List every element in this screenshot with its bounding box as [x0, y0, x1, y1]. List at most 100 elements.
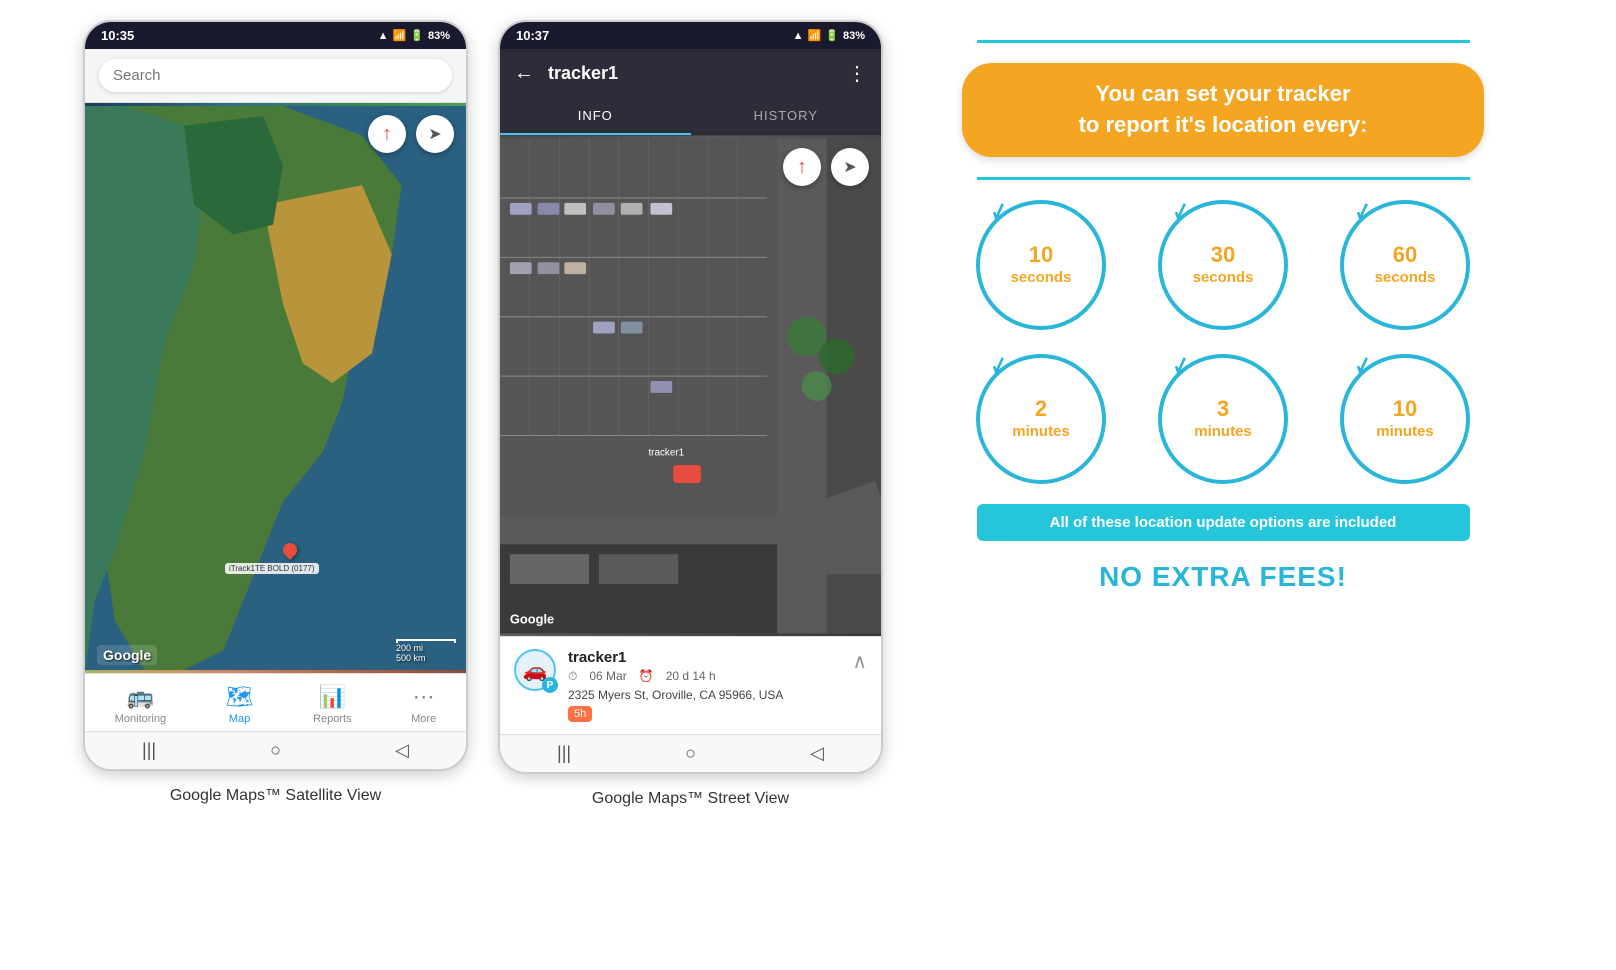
aerial-map: tracker1 Google ↑ ➤	[500, 136, 881, 636]
unit-30sec: seconds	[1193, 269, 1254, 287]
time-2: 10:37	[516, 28, 549, 43]
wifi-icon-2: 📶	[808, 29, 822, 42]
signal-icon-2: ▲	[793, 30, 804, 42]
navigation-button-2[interactable]: ➤	[831, 148, 869, 186]
parking-badge: P	[542, 677, 558, 693]
map-icon: 🗺	[226, 684, 254, 710]
scale-bar-1: 200 mi 500 km	[396, 639, 456, 663]
battery-icon-2: 🔋	[825, 29, 839, 42]
arrow-3min: ↙	[1168, 349, 1194, 380]
tracker-meta: ⏱ 06 Mar ⏰ 20 d 14 h	[568, 669, 840, 684]
tracker-info-name: tracker1	[568, 649, 840, 666]
headline-text: You can set your trackerto report it's l…	[1079, 81, 1368, 137]
date-icon: ⏱	[568, 669, 577, 684]
unit-2min: minutes	[1012, 423, 1070, 441]
value-10min: 10	[1393, 396, 1417, 422]
unit-60sec: seconds	[1375, 269, 1436, 287]
navigation-button[interactable]: ➤	[416, 115, 454, 153]
more-label: More	[411, 713, 436, 725]
tracker-avatar-container: 🚗 P	[514, 649, 556, 691]
home-soft-icon-2[interactable]: ○	[685, 743, 696, 764]
unit-3min: minutes	[1194, 423, 1252, 441]
google-logo-1: Google	[97, 645, 157, 665]
nav-reports[interactable]: 📊 Reports	[313, 684, 352, 725]
arrow-10sec: ↙	[986, 195, 1012, 226]
circle-60sec: ↙ 60 seconds	[1340, 200, 1470, 330]
recents-soft-icon-1[interactable]: ◁	[395, 740, 409, 761]
tab-info[interactable]: INFO	[500, 98, 691, 135]
back-soft-icon-1[interactable]: |||	[142, 740, 156, 761]
phone1-caption: Google Maps™ Satellite View	[170, 787, 381, 805]
map-label: Map	[229, 713, 250, 725]
search-bar	[85, 49, 466, 103]
status-bar-1: 10:35 ▲ 📶 🔋 83%	[85, 22, 466, 49]
info-panel: You can set your trackerto report it's l…	[913, 20, 1533, 613]
arrow-10min: ↙	[1350, 349, 1376, 380]
nav-more[interactable]: ⋯ More	[411, 684, 436, 725]
circle-2min: ↙ 2 minutes	[976, 354, 1106, 484]
phone2: 10:37 ▲ 📶 🔋 83% ← tracker1 ⋮ INFO HISTOR…	[498, 20, 883, 774]
value-3min: 3	[1217, 396, 1229, 422]
signal-icon-1: ▲	[378, 30, 389, 42]
home-soft-icon-1[interactable]: ○	[270, 740, 281, 761]
tracker-label-1: iTrack1TE BOLD (0177)	[225, 563, 319, 574]
duration-value: 20 d 14 h	[666, 669, 716, 684]
no-fees-banner: All of these location update options are…	[977, 504, 1470, 541]
back-arrow-icon[interactable]: ←	[514, 62, 534, 85]
reports-icon: 📊	[319, 684, 346, 710]
satellite-map-area: ↑ ➤ iTrack1TE BOLD (0177) Google 200 mi …	[85, 103, 466, 673]
compass-button-2[interactable]: ↑	[783, 148, 821, 186]
unit-10sec: seconds	[1011, 269, 1072, 287]
status-icons-1: ▲ 📶 🔋 83%	[378, 29, 450, 42]
back-soft-icon-2[interactable]: |||	[557, 743, 571, 764]
tracker-tabs: INFO HISTORY	[500, 98, 881, 136]
value-60sec: 60	[1393, 242, 1417, 268]
phone2-caption: Google Maps™ Street View	[592, 790, 789, 808]
tracker-info-card: 🚗 P tracker1 ⏱ 06 Mar ⏰ 20 d 14 h 2325 M…	[500, 636, 881, 734]
phone2-container: 10:37 ▲ 📶 🔋 83% ← tracker1 ⋮ INFO HISTOR…	[498, 20, 883, 808]
value-10sec: 10	[1029, 242, 1053, 268]
phone1-container: 10:35 ▲ 📶 🔋 83%	[83, 20, 468, 805]
svg-text:Google: Google	[510, 612, 554, 627]
circle-10min: ↙ 10 minutes	[1340, 354, 1470, 484]
unit-10min: minutes	[1376, 423, 1434, 441]
monitoring-label: Monitoring	[115, 713, 166, 725]
info-headline: You can set your trackerto report it's l…	[962, 63, 1484, 157]
tracker-address: 2325 Myers St, Oroville, CA 95966, USA	[568, 688, 840, 702]
circle-3min: ↙ 3 minutes	[1158, 354, 1288, 484]
svg-text:tracker1: tracker1	[648, 447, 684, 458]
aerial-svg: tracker1 Google	[500, 136, 881, 636]
wifi-icon-1: 📶	[393, 29, 407, 42]
circle-30sec: ↙ 30 seconds	[1158, 200, 1288, 330]
nav-monitoring[interactable]: 🚌 Monitoring	[115, 684, 166, 725]
battery-pct-2: 83%	[843, 30, 865, 42]
monitoring-icon: 🚌	[127, 684, 154, 710]
tracker-details: tracker1 ⏱ 06 Mar ⏰ 20 d 14 h 2325 Myers…	[568, 649, 840, 722]
battery-pct-1: 83%	[428, 30, 450, 42]
more-icon: ⋯	[413, 684, 435, 710]
reports-label: Reports	[313, 713, 352, 725]
compass-button[interactable]: ↑	[368, 115, 406, 153]
no-extra-fees-text: NO EXTRA FEES!	[1099, 561, 1347, 593]
menu-dots-icon[interactable]: ⋮	[847, 61, 867, 86]
phone1: 10:35 ▲ 📶 🔋 83%	[83, 20, 468, 771]
circle-10sec: ↙ 10 seconds	[976, 200, 1106, 330]
value-30sec: 30	[1211, 242, 1235, 268]
status-icons-2: ▲ 📶 🔋 83%	[793, 29, 865, 42]
search-input[interactable]	[99, 59, 452, 92]
arrow-60sec: ↙	[1350, 195, 1376, 226]
nav-map[interactable]: 🗺 Map	[226, 684, 254, 725]
collapse-button[interactable]: ∧	[852, 649, 867, 674]
tracker-header: ← tracker1 ⋮	[500, 49, 881, 98]
top-teal-line	[977, 40, 1470, 43]
value-2min: 2	[1035, 396, 1047, 422]
satellite-map: ↑ ➤ iTrack1TE BOLD (0177) Google 200 mi …	[85, 103, 466, 673]
date-value: 06 Mar	[589, 669, 626, 684]
tab-history[interactable]: HISTORY	[691, 98, 882, 135]
recents-soft-icon-2[interactable]: ◁	[810, 743, 824, 764]
system-nav-2: ||| ○ ◁	[500, 734, 881, 772]
tracker-title: tracker1	[548, 63, 833, 84]
duration-badge: 5h	[568, 706, 592, 722]
bottom-nav-1: 🚌 Monitoring 🗺 Map 📊 Reports ⋯ More	[85, 673, 466, 731]
arrow-30sec: ↙	[1168, 195, 1194, 226]
